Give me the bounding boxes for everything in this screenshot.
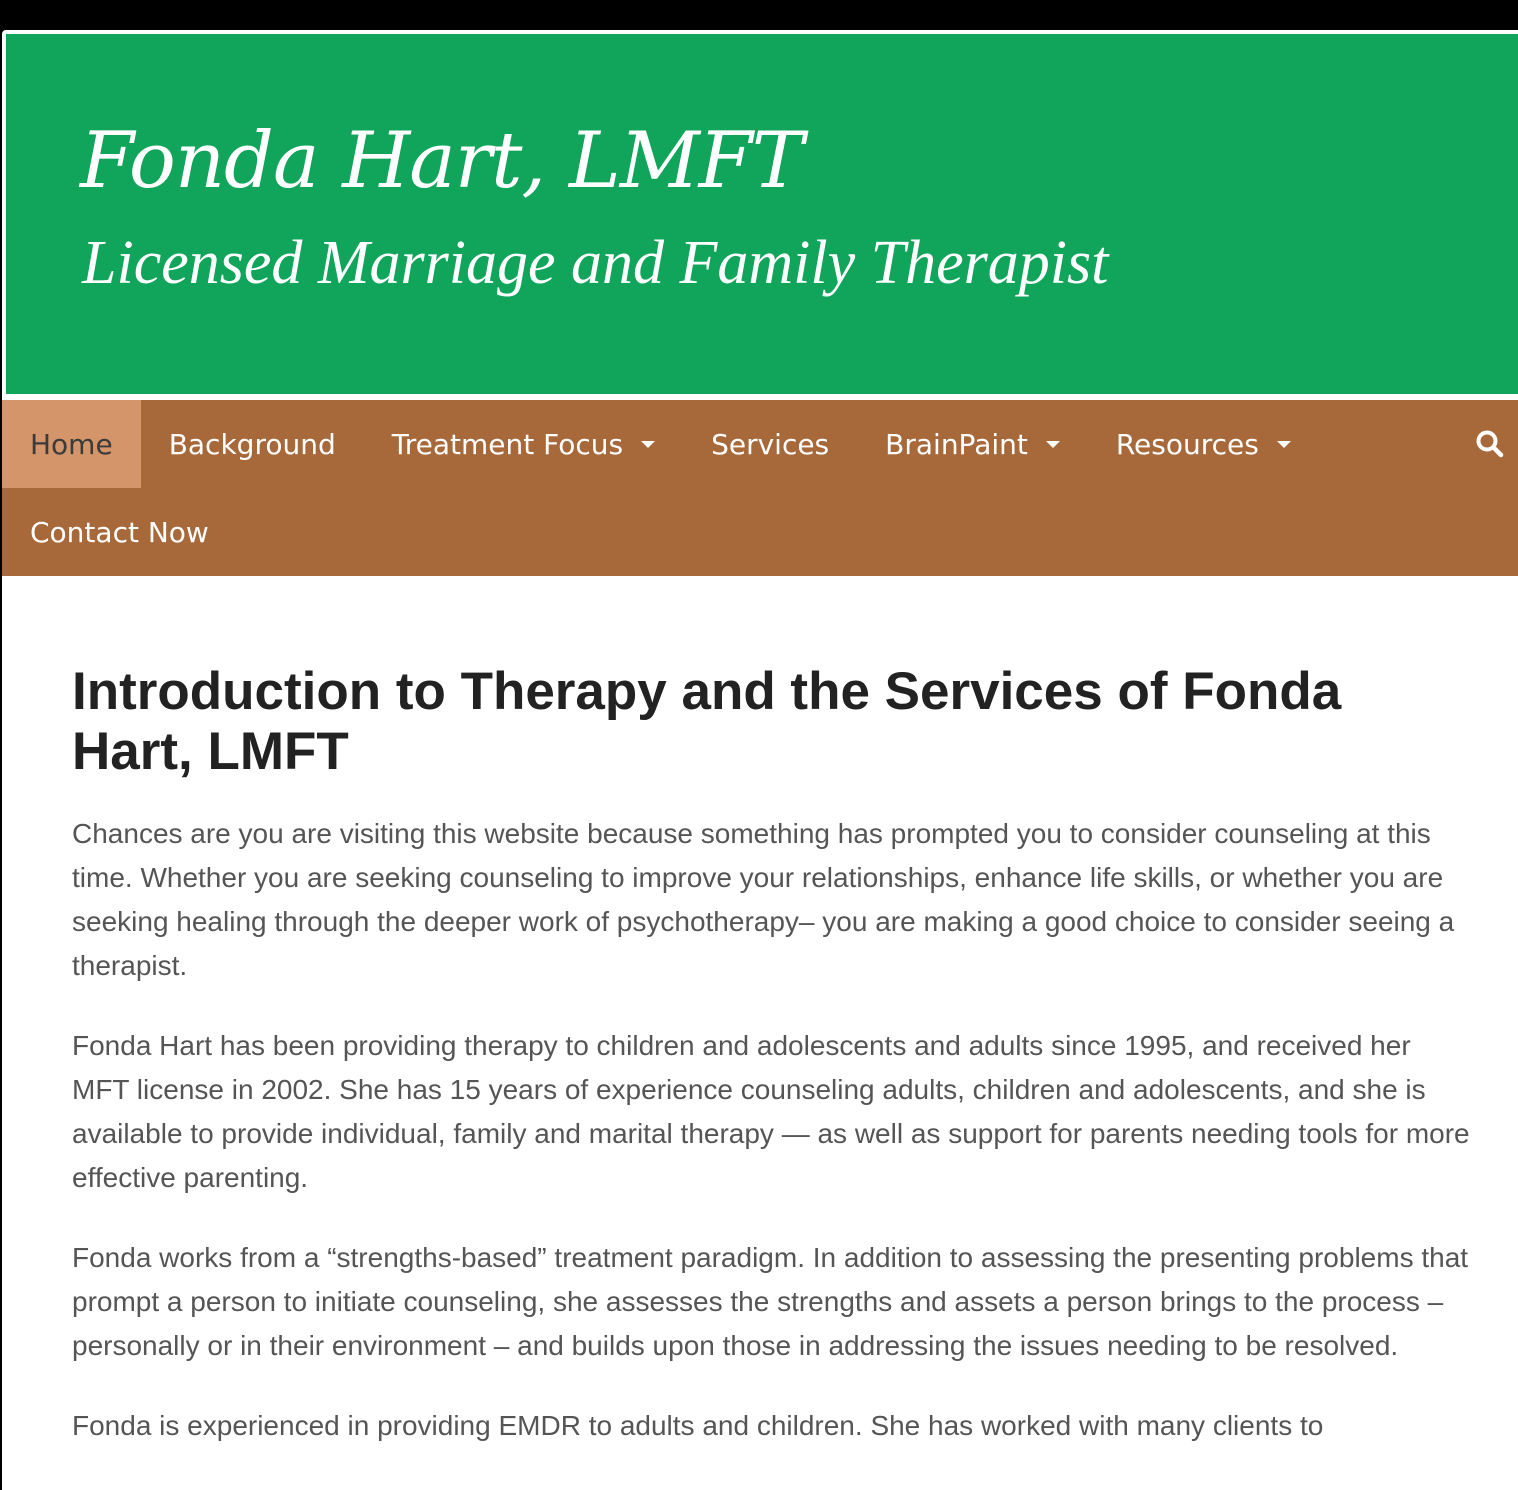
site-tagline: Licensed Marriage and Family Therapist: [82, 229, 1109, 297]
page: Fonda Hart, LMFT Licensed Marriage and F…: [2, 30, 1518, 1490]
nav-item-label: Home: [30, 427, 113, 461]
site-title[interactable]: Fonda Hart, LMFT: [80, 122, 804, 200]
page-title: Introduction to Therapy and the Services…: [72, 662, 1342, 781]
nav-item-label: BrainPaint: [885, 427, 1028, 461]
main-navigation: Home Background Treatment Focus Services…: [2, 400, 1518, 576]
nav-item-resources[interactable]: Resources: [1088, 400, 1319, 488]
nav-item-label: Treatment Focus: [391, 427, 624, 461]
nav-item-label: Contact Now: [30, 515, 209, 549]
nav-item-services[interactable]: Services: [683, 400, 857, 488]
nav-item-treatment-focus[interactable]: Treatment Focus: [364, 400, 683, 488]
nav-item-background[interactable]: Background: [141, 400, 364, 488]
nav-row-secondary: Contact Now: [2, 488, 237, 576]
content-paragraph: Chances are you are visiting this websit…: [72, 818, 1455, 981]
caret-down-icon: [1276, 440, 1291, 448]
nav-item-home[interactable]: Home: [2, 400, 141, 488]
content-paragraph: Fonda Hart has been providing therapy to…: [72, 1030, 1470, 1193]
site-header: Fonda Hart, LMFT Licensed Marriage and F…: [6, 34, 1518, 394]
caret-down-icon: [1045, 440, 1060, 448]
nav-item-label: Resources: [1115, 427, 1259, 461]
search-button[interactable]: [1466, 400, 1514, 488]
main-content: Introduction to Therapy and the Services…: [72, 662, 1472, 1484]
content-paragraph: Fonda works from a “strengths-based” tre…: [72, 1242, 1469, 1361]
content-paragraph: Fonda is experienced in providing EMDR t…: [72, 1410, 1324, 1441]
nav-item-label: Services: [711, 427, 830, 461]
nav-item-contact-now[interactable]: Contact Now: [2, 488, 237, 576]
caret-down-icon: [641, 440, 656, 448]
nav-item-brainpaint[interactable]: BrainPaint: [857, 400, 1088, 488]
nav-row-primary: Home Background Treatment Focus Services…: [2, 400, 1319, 488]
window-top-strip: [0, 0, 1518, 8]
search-icon: [1476, 430, 1504, 458]
nav-item-label: Background: [168, 427, 336, 461]
